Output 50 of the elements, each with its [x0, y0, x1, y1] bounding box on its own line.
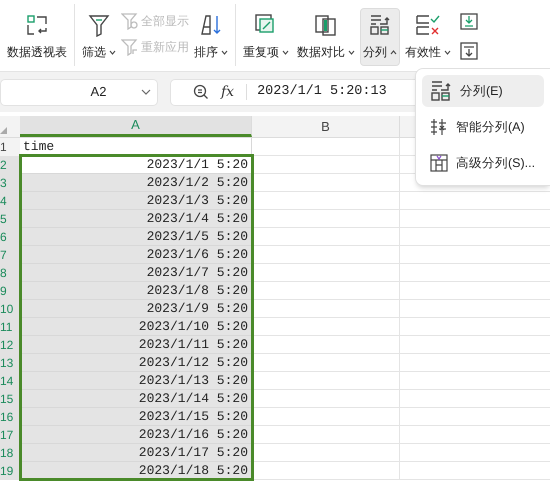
menu-item[interactable]: 分列(E) — [422, 75, 544, 107]
table-cell: 2023/1/10 5:20 — [20, 318, 252, 336]
table-cell: 2023/1/4 5:20 — [20, 210, 252, 228]
row-header[interactable]: 9 — [0, 282, 20, 300]
row-header[interactable]: 10 — [0, 300, 20, 318]
name-box[interactable]: A2 — [0, 78, 158, 106]
row-header[interactable]: 16 — [0, 408, 20, 426]
row-header[interactable]: 17 — [0, 426, 20, 444]
column-header[interactable]: B — [252, 116, 400, 137]
formula-value: 2023/1/1 5:20:13 — [257, 82, 387, 101]
row-header[interactable]: 5 — [0, 210, 20, 228]
ribbon-button[interactable]: 数据透视表 — [4, 8, 70, 66]
ribbon-button[interactable]: 排序 — [191, 8, 231, 66]
table-cell: 2023/1/1 5:20 — [20, 156, 252, 174]
table-cell: 2023/1/12 5:20 — [20, 354, 252, 372]
table-cell: 2023/1/6 5:20 — [20, 246, 252, 264]
table-cell: 2023/1/2 5:20 — [20, 174, 252, 192]
row-header[interactable]: 1 — [0, 138, 20, 156]
table-cell: 2023/1/7 5:20 — [20, 264, 252, 282]
row-header[interactable]: 15 — [0, 390, 20, 408]
row-header[interactable]: 11 — [0, 318, 20, 336]
table-cell: 2023/1/9 5:20 — [20, 300, 252, 318]
row-header[interactable]: 13 — [0, 354, 20, 372]
table-cell: 2023/1/14 5:20 — [20, 390, 252, 408]
row-header[interactable]: 3 — [0, 174, 20, 192]
table-cell: 2023/1/16 5:20 — [20, 426, 252, 444]
table-cell: 2023/1/13 5:20 — [20, 372, 252, 390]
row-header[interactable]: 18 — [0, 444, 20, 462]
function-button[interactable]: fx — [219, 82, 236, 102]
ribbon-button[interactable]: 分列 — [360, 8, 400, 66]
table-cell: 2023/1/3 5:20 — [20, 192, 252, 210]
ribbon-button[interactable]: 筛选 — [79, 8, 119, 66]
ribbon-button[interactable]: 数据对比 — [294, 8, 358, 66]
row-header[interactable]: 14 — [0, 372, 20, 390]
cell-reference: A2 — [90, 83, 108, 102]
ribbon-button[interactable]: 重复项 — [240, 8, 292, 66]
table-cell: 2023/1/11 5:20 — [20, 336, 252, 354]
row-header[interactable]: 4 — [0, 192, 20, 210]
column-header[interactable]: A — [20, 116, 252, 137]
table-cell: 2023/1/8 5:20 — [20, 282, 252, 300]
row-header[interactable]: 19 — [0, 462, 20, 480]
row-header[interactable]: 2 — [0, 156, 20, 174]
ribbon-button[interactable]: 有效性 — [402, 8, 454, 66]
table-cell: 2023/1/5 5:20 — [20, 228, 252, 246]
row-header[interactable]: 6 — [0, 228, 20, 246]
row-header[interactable]: 7 — [0, 246, 20, 264]
row-header[interactable]: 8 — [0, 264, 20, 282]
row-header[interactable]: 12 — [0, 336, 20, 354]
table-cell: 2023/1/15 5:20 — [20, 408, 252, 426]
table-cell: 2023/1/17 5:20 — [20, 444, 252, 462]
